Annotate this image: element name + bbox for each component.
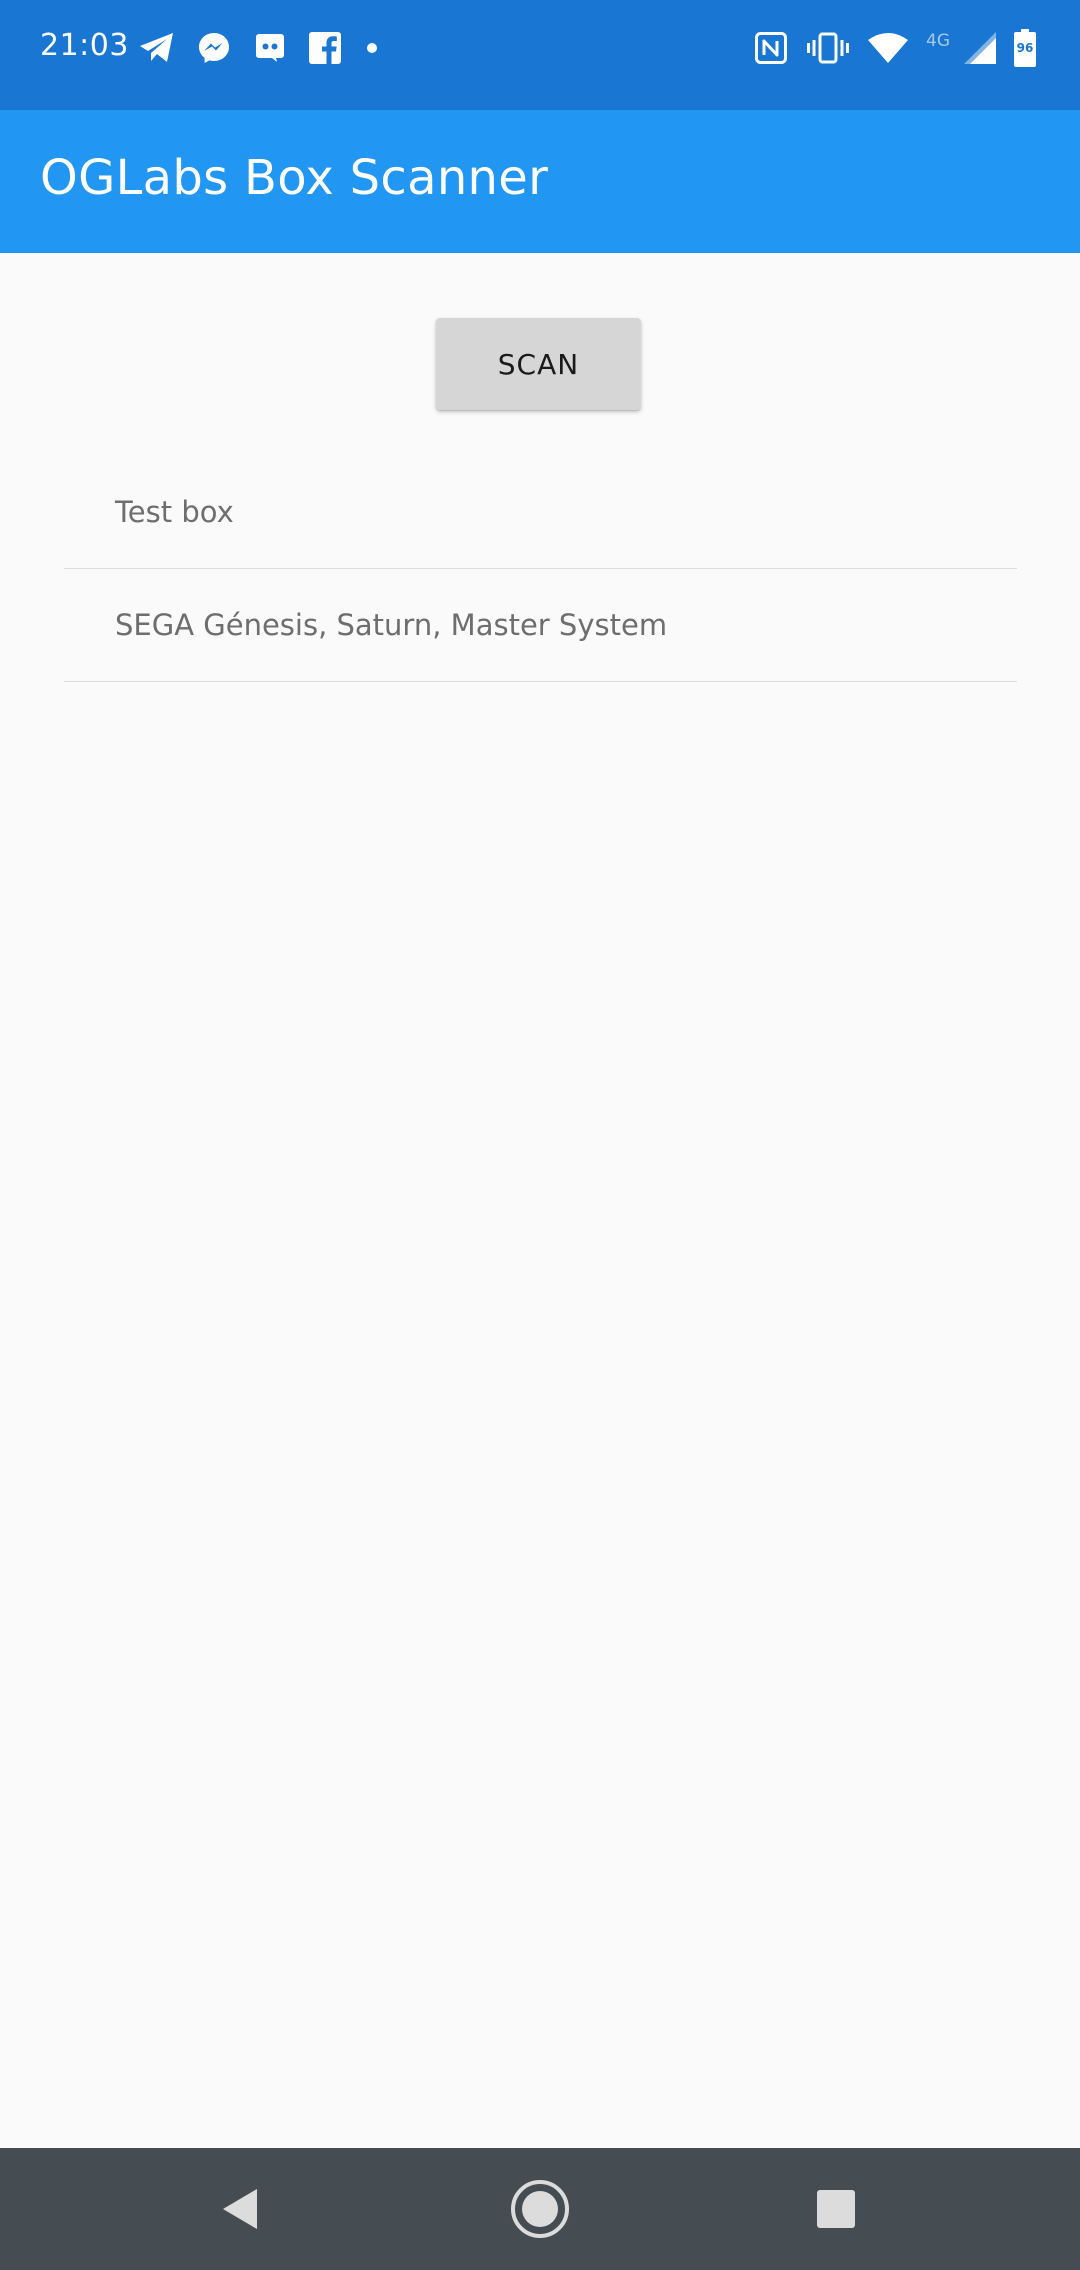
battery-level-label: 96	[1016, 41, 1034, 55]
scan-button[interactable]: SCAN	[436, 318, 641, 410]
app-title: OGLabs Box Scanner	[40, 150, 549, 206]
list-item[interactable]: Test box	[64, 456, 1017, 569]
status-time: 21:03	[40, 28, 129, 63]
status-bar: 21:03 4G 96	[0, 0, 1080, 110]
cell-signal-icon	[964, 32, 996, 64]
home-icon	[510, 2179, 570, 2239]
notification-icons	[138, 28, 382, 68]
navigation-bar	[0, 2148, 1080, 2270]
back-icon	[220, 2187, 260, 2231]
recents-button[interactable]	[796, 2169, 876, 2249]
list-item[interactable]: SEGA Génesis, Saturn, Master System	[64, 569, 1017, 682]
back-button[interactable]	[200, 2169, 280, 2249]
app-bar: OGLabs Box Scanner	[0, 110, 1080, 253]
system-icons: 4G 96	[754, 26, 1036, 70]
battery-icon: 96	[1014, 29, 1036, 67]
box-list: Test box SEGA Génesis, Saturn, Master Sy…	[64, 456, 1017, 682]
more-notifications-dot-icon	[362, 38, 382, 58]
telegram-icon	[138, 31, 176, 65]
home-button[interactable]	[500, 2169, 580, 2249]
vibrate-icon	[806, 31, 850, 65]
messenger-icon	[196, 30, 232, 66]
wifi-icon	[868, 33, 908, 63]
facebook-icon	[308, 31, 342, 65]
network-type-label: 4G	[926, 31, 950, 51]
recents-icon	[816, 2189, 856, 2229]
nfc-icon	[754, 31, 788, 65]
discord-icon	[252, 31, 288, 65]
